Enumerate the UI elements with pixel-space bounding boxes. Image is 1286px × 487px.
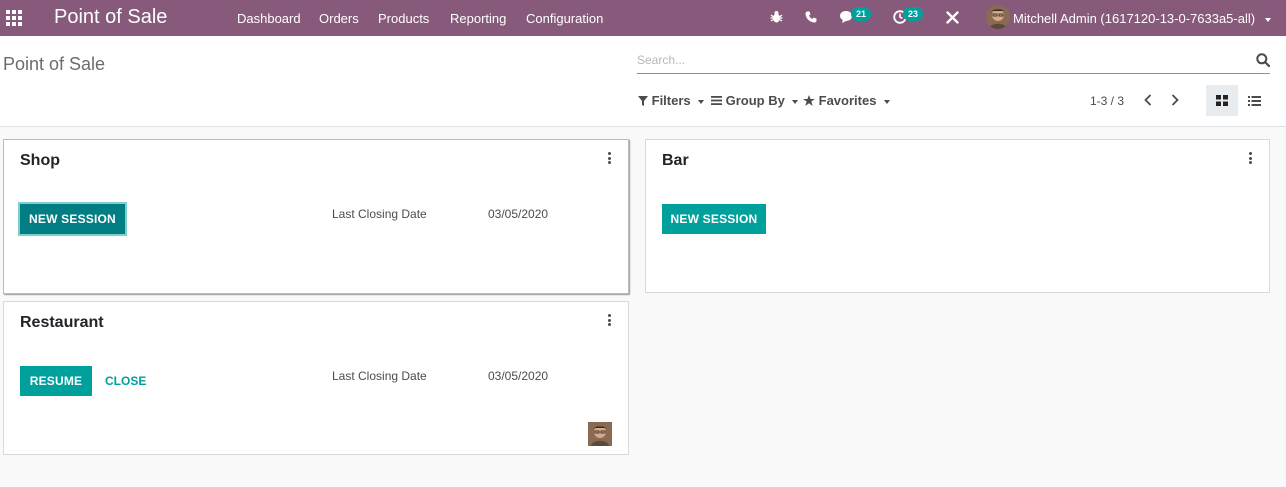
last-closing-label: Last Closing Date	[332, 207, 427, 221]
user-name-label: Mitchell Admin (1617120-13-0-7633a5-all)	[1013, 11, 1256, 26]
menu-dashboard[interactable]: Dashboard	[237, 11, 301, 26]
session-user-avatar	[588, 422, 612, 446]
pager-previous-button[interactable]	[1137, 89, 1159, 111]
menu-orders[interactable]: Orders	[319, 11, 359, 26]
messages-badge: 21	[851, 7, 872, 21]
star-icon	[803, 95, 815, 106]
card-title: Bar	[662, 152, 689, 169]
pager-value[interactable]: 1-3 / 3	[1090, 94, 1124, 108]
pos-card-bar[interactable]: Bar New Session	[645, 139, 1270, 293]
kanban-view-button[interactable]	[1206, 85, 1238, 116]
user-menu[interactable]: Mitchell Admin (1617120-13-0-7633a5-all)	[1013, 11, 1271, 26]
card-title: Restaurant	[20, 314, 104, 331]
activities-badge: 23	[903, 7, 924, 21]
user-avatar[interactable]	[986, 5, 1010, 29]
kebab-menu-icon[interactable]	[1249, 152, 1253, 164]
chevron-down-icon	[1264, 17, 1271, 22]
menu-configuration[interactable]: Configuration	[526, 11, 603, 26]
chevron-down-icon	[792, 99, 799, 104]
apps-grid-icon[interactable]	[4, 9, 22, 26]
last-closing-value: 03/05/2020	[488, 207, 549, 221]
tools-icon[interactable]	[946, 11, 959, 27]
groupby-label: Group By	[725, 93, 785, 108]
search-bar	[637, 51, 1271, 74]
favorites-label: Favorites	[818, 93, 877, 108]
close-button[interactable]: Close	[105, 374, 146, 388]
filters-label: Filters	[651, 93, 691, 108]
last-closing-value: 03/05/2020	[488, 369, 549, 383]
chevron-down-icon	[698, 99, 705, 104]
search-input[interactable]	[637, 51, 1237, 67]
kebab-menu-icon[interactable]	[608, 314, 612, 326]
menu-reporting[interactable]: Reporting	[450, 11, 506, 26]
last-closing-label: Last Closing Date	[332, 369, 427, 383]
top-navbar: Point of Sale Dashboard Orders Products …	[0, 0, 1286, 36]
filter-icon	[638, 96, 648, 106]
control-panel: Point of Sale Filters Group By Favorites…	[0, 36, 1286, 127]
groupby-dropdown[interactable]: Group By	[711, 93, 799, 108]
chevron-left-icon	[1144, 94, 1152, 106]
bug-icon[interactable]	[770, 10, 783, 27]
filters-dropdown[interactable]: Filters	[638, 93, 705, 108]
resume-button[interactable]: Resume	[20, 366, 92, 396]
favorites-dropdown[interactable]: Favorites	[803, 93, 891, 108]
card-title: Shop	[20, 152, 60, 169]
chevron-right-icon	[1171, 94, 1179, 106]
app-title[interactable]: Point of Sale	[54, 6, 167, 29]
kebab-menu-icon[interactable]	[608, 152, 612, 164]
menu-products[interactable]: Products	[378, 11, 429, 26]
pager-next-button[interactable]	[1164, 89, 1186, 111]
new-session-button[interactable]: New Session	[20, 204, 125, 234]
pos-card-restaurant[interactable]: Restaurant Resume Close Last Closing Dat…	[3, 301, 629, 455]
list-view-button[interactable]	[1238, 85, 1270, 116]
breadcrumb: Point of Sale	[3, 54, 106, 74]
phone-icon[interactable]	[805, 11, 817, 26]
chevron-down-icon	[884, 99, 891, 104]
search-icon[interactable]	[1256, 53, 1271, 70]
list-view-icon	[1247, 95, 1261, 106]
new-session-button[interactable]: New Session	[662, 204, 766, 234]
list-icon	[711, 96, 722, 105]
pos-card-shop[interactable]: Shop New Session Last Closing Date 03/05…	[3, 139, 629, 294]
kanban-grid-icon	[1216, 95, 1228, 106]
